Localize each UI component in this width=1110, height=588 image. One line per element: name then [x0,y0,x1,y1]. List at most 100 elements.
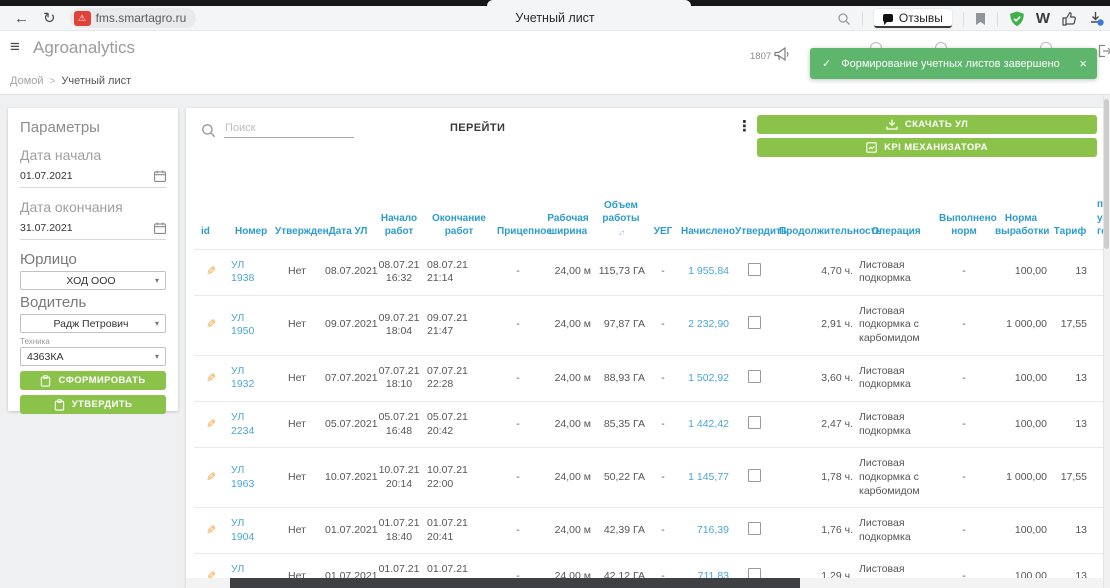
edit-pencil-icon[interactable]: ✎ [206,264,216,280]
col-header-operation[interactable]: Операция [856,196,936,249]
col-header-norms-done[interactable]: Выполнено норм [936,196,992,249]
wiki-extension-icon[interactable]: W [1036,10,1050,27]
kebab-menu-icon[interactable]: ⋮ [737,117,752,135]
generate-button[interactable]: СФОРМИРОВАТЬ [20,371,166,390]
approve-checkbox[interactable] [748,263,761,276]
approve-checkbox[interactable] [748,568,761,578]
sheet-number-link[interactable]: УЛ 1938 [231,259,254,285]
approve-checkbox[interactable] [748,522,761,535]
search-input[interactable] [224,119,354,138]
cell-end: 07.07.21 22:28 [424,355,494,401]
sheet-number-link[interactable]: УЛ 1950 [231,312,254,338]
col-header-number[interactable]: Номер [228,196,272,249]
sheet-number-link[interactable]: УЛ 2234 [231,411,254,437]
col-header-accrued[interactable]: Начислено [678,196,732,249]
go-button[interactable]: ПЕРЕЙТИ [450,122,505,134]
accrued-link[interactable]: 1 145,77 [688,471,729,483]
logout-icon[interactable] [1097,44,1110,58]
sheet-number-link[interactable]: УЛ 1904 [231,563,254,578]
refresh-icon[interactable]: ↻ [43,11,56,26]
col-header-volume-label: Объем работы [602,200,639,225]
cell-norms-done: - [936,554,992,578]
vertical-scrollbar[interactable] [1103,95,1110,588]
edit-pencil-icon[interactable]: ✎ [206,470,216,486]
edit-pencil-icon[interactable]: ✎ [206,371,216,387]
calendar-icon[interactable] [154,170,166,182]
cell-width: 24,00 м [542,508,594,554]
edit-pencil-icon[interactable]: ✎ [206,569,216,578]
driver-select[interactable]: Радж Петрович ▾ [20,314,166,333]
col-header-id[interactable]: id [194,196,228,249]
horizontal-scrollbar[interactable] [186,578,1110,588]
breadcrumb-current: Учетный лист [61,75,131,87]
edit-pencil-icon[interactable]: ✎ [206,417,216,433]
active-tab[interactable] [487,0,691,6]
date-end-field[interactable]: 31.07.2021 [20,222,166,240]
vertical-scrollbar-thumb[interactable] [1104,99,1109,249]
sort-icon[interactable]: ↓↑ [597,228,645,239]
downloads-icon[interactable] [1089,11,1104,26]
address-bar[interactable]: ⚠ fms.smartagro.ru [70,8,197,28]
cell-end: 10.07.21 22:00 [424,448,494,508]
horizontal-scrollbar-thumb[interactable] [230,578,800,588]
sheet-number-link[interactable]: УЛ 1932 [231,365,254,391]
legal-entity-select[interactable]: ХОД ООО ▾ [20,271,166,290]
cell-tariff: 13 [1050,554,1090,578]
cell-number: УЛ 1938 [228,249,272,295]
filters-title: Параметры [20,119,166,136]
shield-icon[interactable] [1009,11,1025,27]
warning-icon[interactable]: ⚠ [74,11,91,26]
col-header-approve[interactable]: Утвердить [732,196,776,249]
accrued-link[interactable]: 1 502,92 [688,372,729,384]
accrued-link[interactable]: 711,83 [698,570,729,578]
col-header-end[interactable]: Окончание работ [424,196,494,249]
back-icon[interactable]: ← [14,11,29,26]
breadcrumb-home-link[interactable]: Домой [10,75,44,87]
accrued-link[interactable]: 1 442,42 [688,418,729,430]
table-row: ✎ УЛ 1904 Нет 01.07.2021 01.07.21 18:40 … [194,508,1110,554]
approve-checkbox[interactable] [748,370,761,383]
megaphone-icon[interactable] [773,47,792,62]
download-ul-button[interactable]: СКАЧАТЬ УЛ [757,115,1097,134]
col-header-approved[interactable]: Утвержден [272,196,322,249]
approve-checkbox[interactable] [748,316,761,329]
col-header-width[interactable]: Рабочая ширина [542,196,594,249]
col-header-duration[interactable]: Продолжительность [776,196,856,249]
accrued-link[interactable]: 716,39 [697,524,729,536]
approve-checkbox[interactable] [748,416,761,429]
bookmark-icon[interactable] [975,12,986,26]
col-header-tariff[interactable]: Тариф [1050,196,1090,249]
legal-entity-label: Юрлицо [20,251,166,268]
col-header-trailer[interactable]: Прицепное [494,196,542,249]
cell-approve [732,249,776,295]
sheet-number-link[interactable]: УЛ 1963 [231,464,254,490]
approve-checkbox[interactable] [748,469,761,482]
kpi-label: KPI МЕХАНИЗАТОРА [884,142,988,153]
col-header-ueg[interactable]: УЕГ [648,196,678,249]
reviews-button[interactable]: Отзывы [874,9,952,28]
col-header-volume[interactable]: Объем работы ↓↑ [594,196,648,249]
edit-pencil-icon[interactable]: ✎ [206,523,216,539]
accrued-link[interactable]: 1 955,84 [688,265,729,277]
calendar-icon[interactable] [154,222,166,234]
edit-pencil-icon[interactable]: ✎ [206,317,216,333]
toast-close-icon[interactable]: × [1079,56,1087,71]
hamburger-menu-icon[interactable]: ≡ [10,37,20,57]
cell-trailer: - [494,295,542,355]
cell-ueg: - [648,295,678,355]
cell-edit: ✎ [194,448,228,508]
cell-width: 24,00 м [542,448,594,508]
thumbs-icon[interactable] [1061,12,1078,26]
vehicle-select[interactable]: 4363КА ▾ [20,347,166,366]
col-header-rate-norm[interactable]: Норма выработки [992,196,1050,249]
approve-button[interactable]: УТВЕРДИТЬ [20,395,166,414]
browser-search-icon[interactable] [837,12,851,26]
cell-accrued: 1 442,42 [678,401,732,447]
date-start-field[interactable]: 01.07.2021 [20,170,166,188]
col-header-date[interactable]: Дата УЛ [322,196,374,249]
col-header-start[interactable]: Начало работ [374,196,424,249]
cell-norms-done: - [936,401,992,447]
kpi-button[interactable]: KPI МЕХАНИЗАТОРА [757,138,1097,157]
accrued-link[interactable]: 2 232,90 [688,318,729,330]
sheet-number-link[interactable]: УЛ 1904 [231,517,254,543]
